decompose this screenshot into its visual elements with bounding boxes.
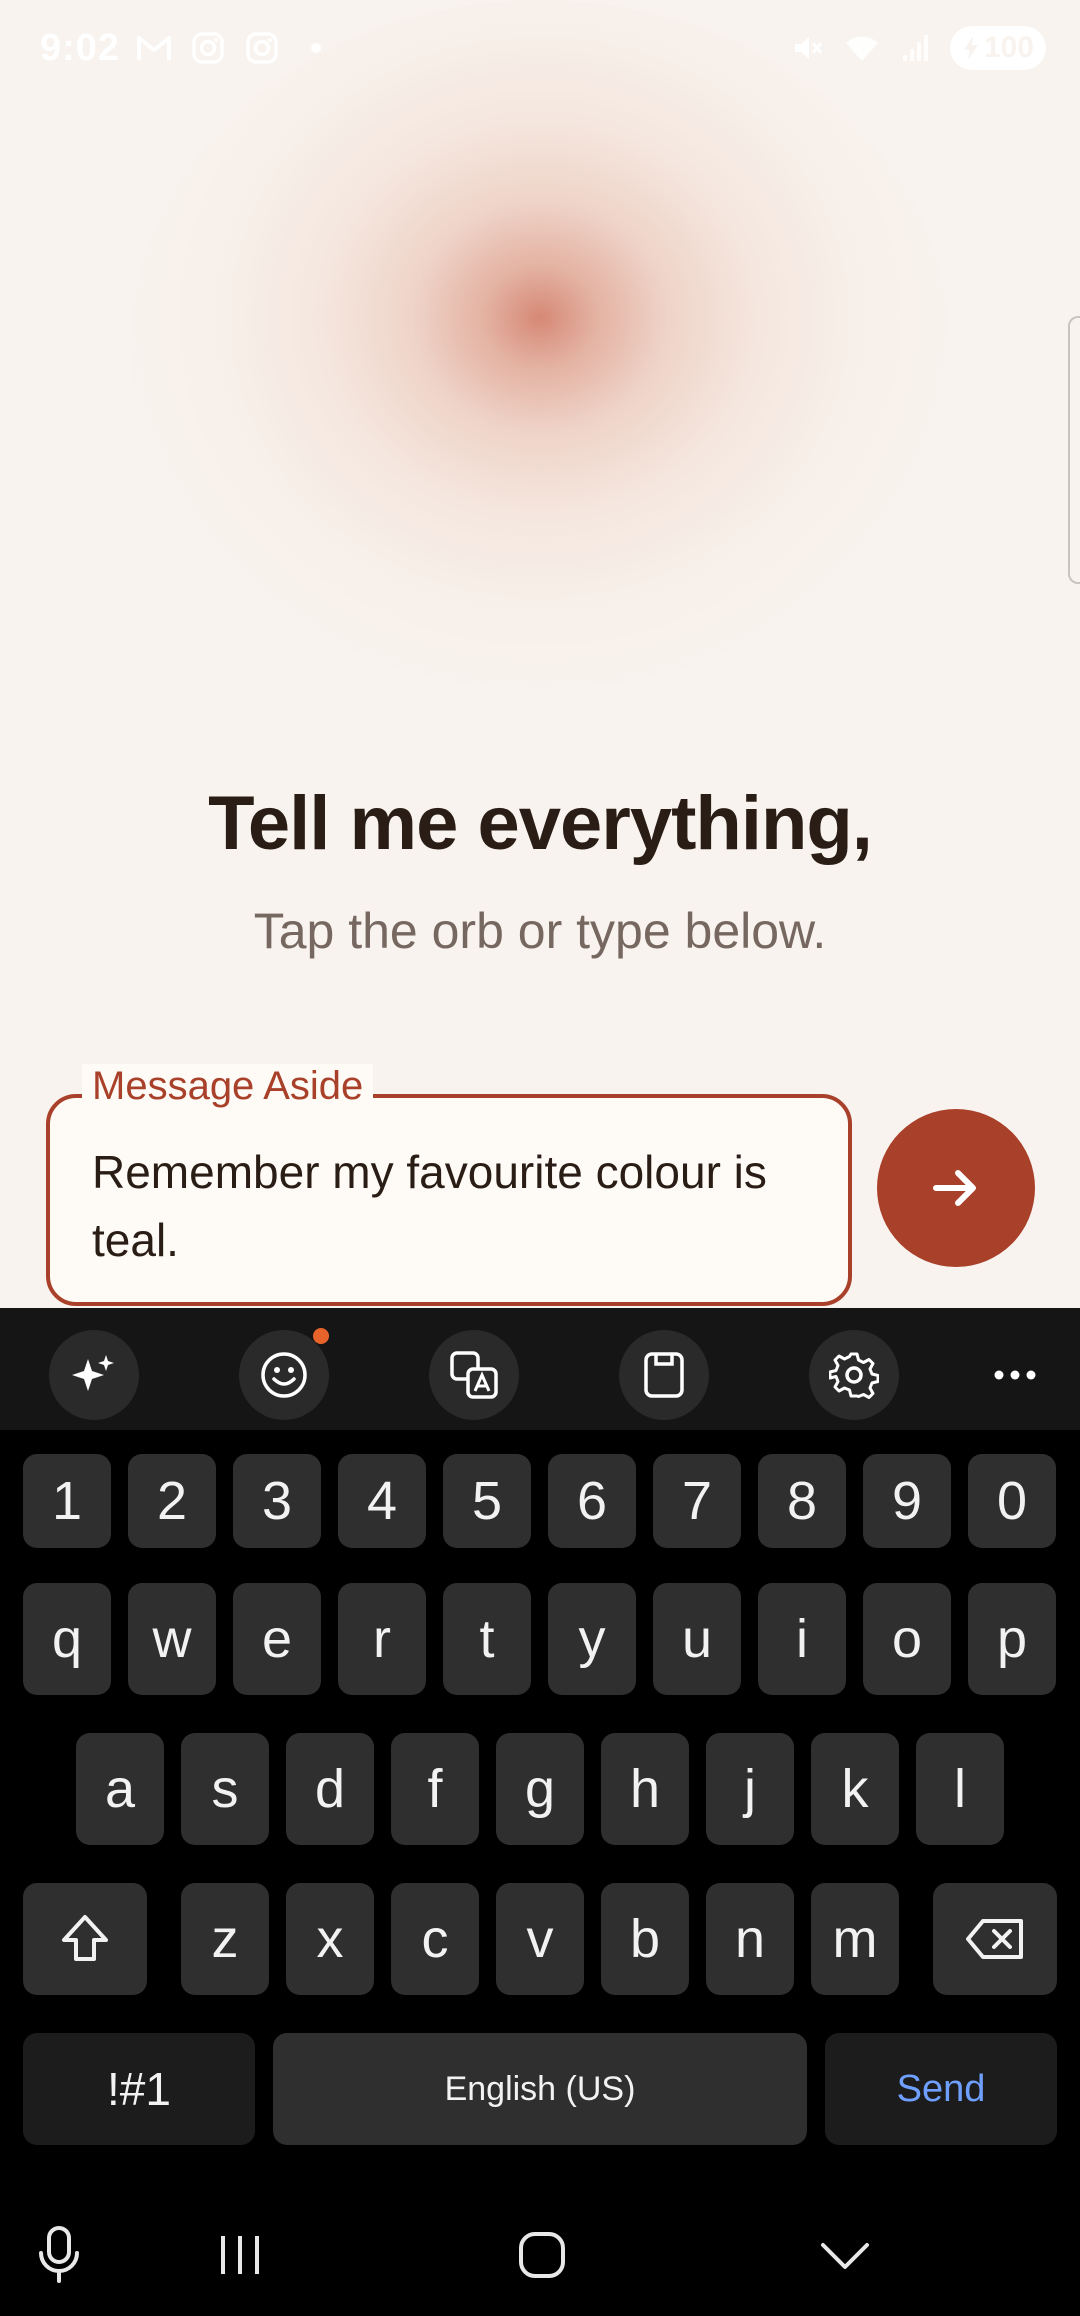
key-0[interactable]: 0 [968,1454,1056,1548]
key-f[interactable]: f [391,1733,479,1845]
page-title: Tell me everything, [208,781,873,866]
message-input-label: Message Aside [82,1064,374,1109]
send-key[interactable]: Send [825,2033,1057,2145]
emoji-icon[interactable] [239,1328,329,1420]
symbols-key[interactable]: !#1 [23,2033,255,2145]
status-left: 9:02 [40,27,336,70]
mute-icon [788,28,828,68]
status-right: 100 [788,26,1046,70]
more-icon[interactable] [970,1330,1060,1420]
key-2[interactable]: 2 [128,1454,216,1548]
shift-icon [62,1915,108,1961]
key-y[interactable]: y [548,1583,636,1695]
key-l[interactable]: l [916,1733,1004,1845]
translate-icon[interactable] [429,1330,519,1420]
edge-panel-handle[interactable] [1068,316,1080,584]
home-icon[interactable] [507,2220,577,2290]
microphone-icon[interactable] [24,2220,94,2290]
collapse-keyboard-icon[interactable] [810,2220,880,2290]
key-h[interactable]: h [601,1733,689,1845]
key-7[interactable]: 7 [653,1454,741,1548]
key-t[interactable]: t [443,1583,531,1695]
keyboard-toolbar [0,1308,1080,1430]
shift-key[interactable] [23,1883,147,1995]
wifi-icon [842,28,882,68]
key-s[interactable]: s [181,1733,269,1845]
key-8[interactable]: 8 [758,1454,846,1548]
key-3[interactable]: 3 [233,1454,321,1548]
send-button[interactable] [877,1109,1035,1267]
key-j[interactable]: j [706,1733,794,1845]
key-a[interactable]: a [76,1733,164,1845]
key-i[interactable]: i [758,1583,846,1695]
key-n[interactable]: n [706,1883,794,1995]
settings-icon[interactable] [809,1330,899,1420]
notification-dot [313,1328,329,1344]
key-o[interactable]: o [863,1583,951,1695]
backspace-icon [966,1919,1023,1959]
battery-level: 100 [983,31,1034,64]
signal-icon [896,28,936,68]
keyboard: 1 2 3 4 5 6 7 8 9 0 q w e r t y u i o p … [0,1308,1080,2316]
key-x[interactable]: x [286,1883,374,1995]
key-v[interactable]: v [496,1883,584,1995]
sparkle-icon[interactable] [49,1330,139,1420]
key-z[interactable]: z [181,1883,269,1995]
recents-icon[interactable] [205,2220,275,2290]
key-e[interactable]: e [233,1583,321,1695]
key-m[interactable]: m [811,1883,899,1995]
instagram-icon [242,28,282,68]
key-6[interactable]: 6 [548,1454,636,1548]
key-g[interactable]: g [496,1733,584,1845]
gmail-icon [134,28,174,68]
key-5[interactable]: 5 [443,1454,531,1548]
voice-orb[interactable] [130,0,950,690]
backspace-key[interactable] [933,1883,1057,1995]
message-input[interactable]: Message Aside Remember my favourite colo… [46,1064,852,1306]
arrow-right-icon [933,1170,976,1206]
key-c[interactable]: c [391,1883,479,1995]
navigation-bar [0,2190,1080,2316]
instagram-icon [188,28,228,68]
message-input-value[interactable]: Remember my favourite colour is teal. [92,1138,808,1274]
key-1[interactable]: 1 [23,1454,111,1548]
key-r[interactable]: r [338,1583,426,1695]
key-w[interactable]: w [128,1583,216,1695]
key-4[interactable]: 4 [338,1454,426,1548]
key-9[interactable]: 9 [863,1454,951,1548]
key-d[interactable]: d [286,1733,374,1845]
status-time: 9:02 [40,26,121,69]
key-p[interactable]: p [968,1583,1056,1695]
page-subtitle: Tap the orb or type below. [253,903,827,959]
key-q[interactable]: q [23,1583,111,1695]
space-key[interactable]: English (US) [273,2033,807,2145]
key-k[interactable]: k [811,1733,899,1845]
key-b[interactable]: b [601,1883,689,1995]
key-u[interactable]: u [653,1583,741,1695]
clipboard-icon[interactable] [619,1330,709,1420]
battery-icon: 100 [949,26,1046,70]
